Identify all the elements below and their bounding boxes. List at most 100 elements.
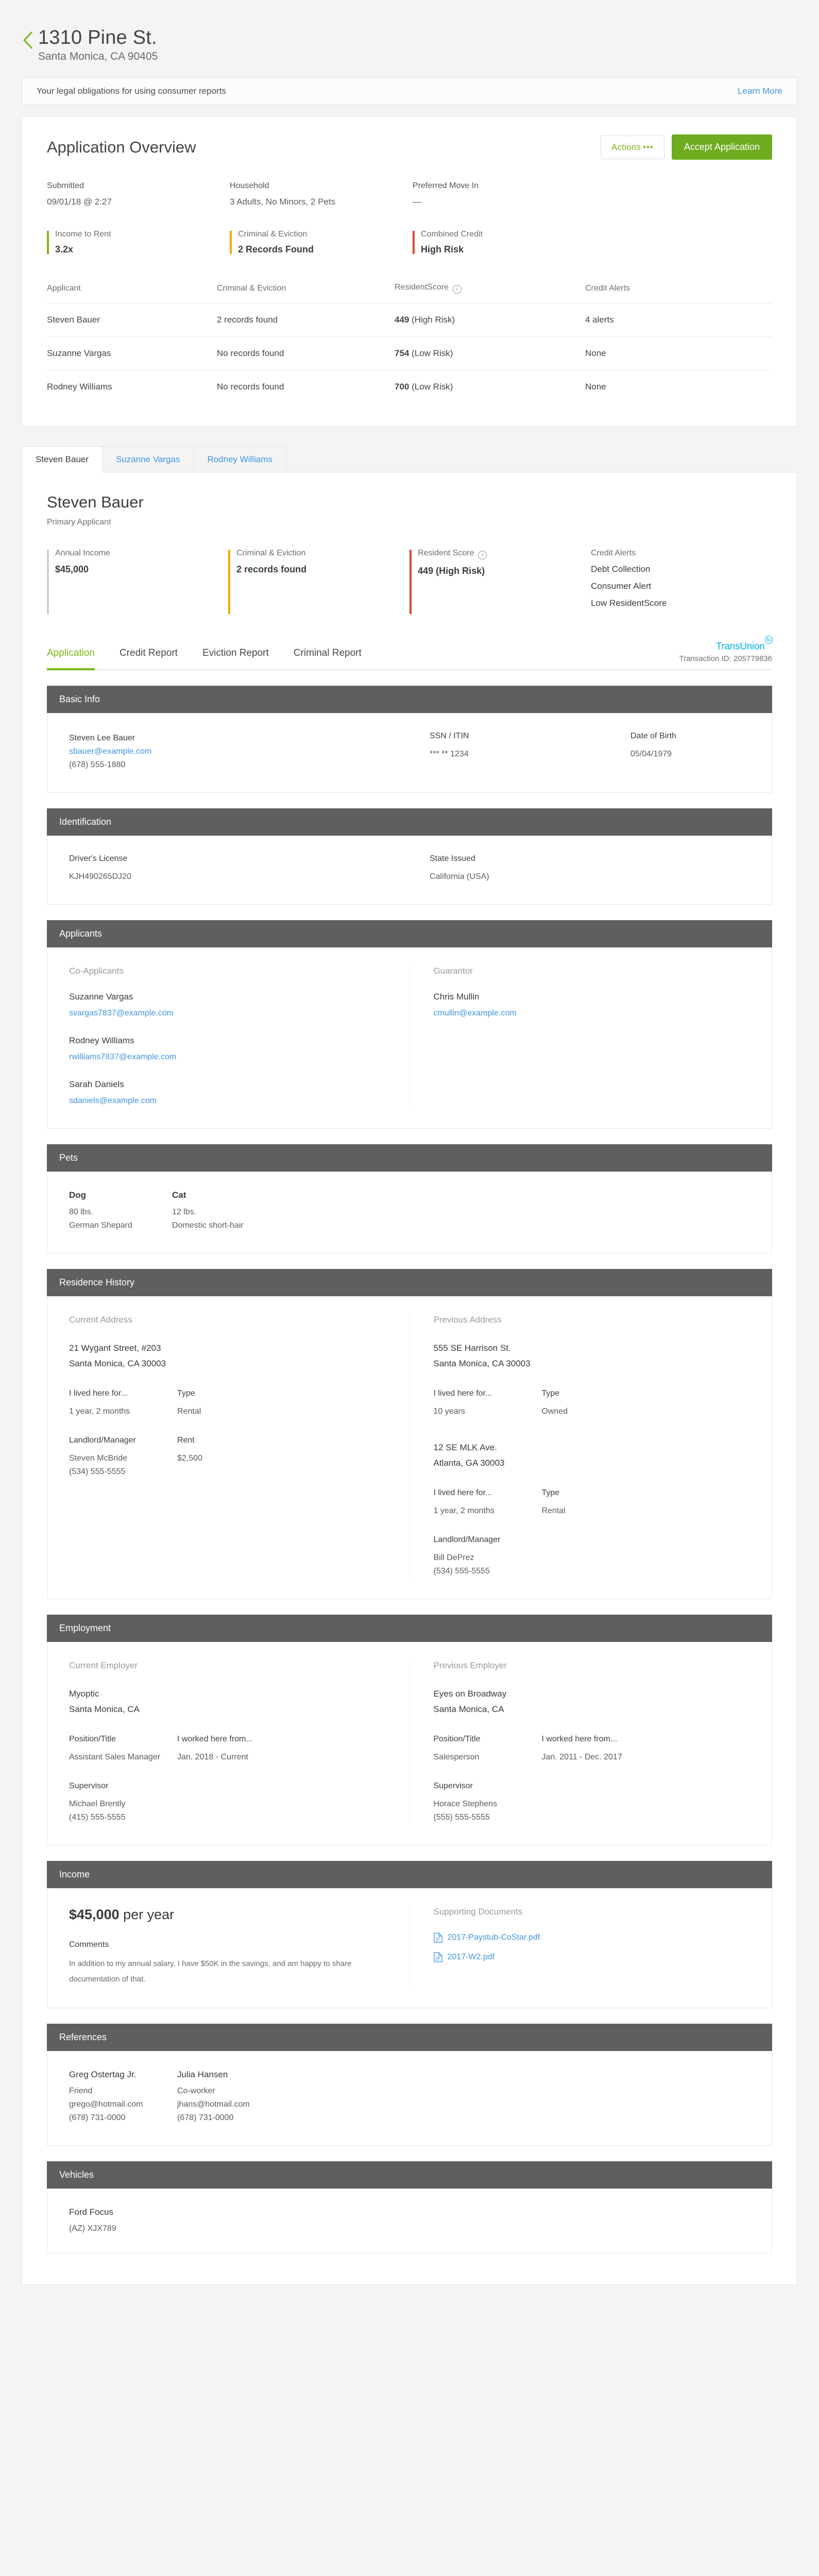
position-value: Assistant Sales Manager: [69, 1753, 160, 1762]
reference-email: jhans@hotmail.com: [177, 2100, 250, 2109]
pet-type: Dog: [69, 1190, 87, 1200]
landlord-name: Steven McBride: [69, 1454, 127, 1463]
table-row[interactable]: Steven Bauer 2 records found 449 (High R…: [47, 303, 772, 337]
list-item: Suzanne Vargas svargas7837@example.com: [69, 992, 386, 1020]
tab-steven-bauer[interactable]: Steven Bauer: [22, 446, 103, 472]
rent-label: Rent: [177, 1436, 195, 1445]
actions-label: Actions: [611, 142, 641, 152]
section-references: References Greg Ostertag Jr. Friend greg…: [47, 2024, 772, 2146]
table-row[interactable]: Suzanne Vargas No records found 754 (Low…: [47, 336, 772, 370]
page-header: 1310 Pine St. Santa Monica, CA 90405: [0, 0, 819, 73]
current-position: Position/Title Assistant Sales Manager: [69, 1735, 177, 1764]
meta-label: Preferred Move In: [413, 181, 479, 190]
pet-breed: Domestic short-hair: [172, 1221, 244, 1230]
type-value: Rental: [177, 1407, 201, 1416]
supervisor-name: Horace Stephens: [433, 1800, 498, 1809]
section-residence-history: Residence History Current Address 21 Wyg…: [47, 1269, 772, 1600]
worked-value: Jan. 2018 - Current: [177, 1753, 248, 1762]
stat-criminal-eviction: Criminal & Eviction 2 Records Found: [230, 230, 413, 255]
license-label: Driver's License: [69, 854, 128, 863]
basic-info-dob: Date of Birth 05/04/1979: [630, 732, 676, 772]
type-label: Type: [177, 1389, 195, 1398]
lived-label: I lived here for...: [433, 1488, 492, 1498]
section-income: Income $45,000 per year Comments In addi…: [47, 1861, 772, 2009]
back-chevron-icon[interactable]: [22, 30, 35, 50]
tab-application[interactable]: Application: [47, 648, 95, 671]
landlord-label: Landlord/Manager: [433, 1535, 501, 1545]
stat-label: Criminal & Eviction: [236, 549, 306, 557]
tab-eviction-report[interactable]: Eviction Report: [202, 648, 269, 669]
current-address-line1: 21 Wygant Street, #203: [69, 1343, 161, 1353]
section-identification: Identification Driver's License KJH49026…: [47, 808, 772, 905]
info-icon[interactable]: i: [452, 285, 462, 294]
document-name: 2017-W2.pdf: [447, 1953, 495, 1962]
landlord-name: Bill DePrez: [433, 1553, 474, 1563]
pet-breed: German Shepard: [69, 1221, 132, 1230]
cell-alerts: None: [585, 370, 772, 403]
page-subtitle: Santa Monica, CA 90405: [38, 50, 158, 62]
tab-credit-report[interactable]: Credit Report: [120, 648, 178, 669]
tab-rodney-williams[interactable]: Rodney Williams: [193, 446, 287, 472]
cell-score: 449 (High Risk): [395, 303, 585, 337]
current-employer-location: Santa Monica, CA: [69, 1704, 140, 1715]
ssn-value: *** ** 1234: [430, 750, 469, 759]
document-link[interactable]: 2017-W2.pdf: [433, 1952, 750, 1962]
cell-score: 700 (Low Risk): [395, 370, 585, 403]
tab-suzanne-vargas[interactable]: Suzanne Vargas: [102, 446, 194, 472]
tab-criminal-report[interactable]: Criminal Report: [294, 648, 362, 669]
col-resident-score: ResidentScore i: [395, 283, 585, 303]
co-applicant-email[interactable]: sdaniels@example.com: [69, 1094, 386, 1108]
stat-label: Resident Score i: [418, 549, 591, 560]
applicant-email[interactable]: sbauer@example.com: [69, 745, 430, 758]
transunion-mark-icon: tu: [765, 636, 773, 644]
learn-more-link[interactable]: Learn More: [738, 86, 782, 96]
stat-value: 3.2x: [55, 244, 74, 255]
info-icon[interactable]: i: [478, 551, 487, 560]
type-value: Owned: [541, 1407, 568, 1416]
section-title: Income: [47, 1861, 772, 1889]
lived-value: 10 years: [433, 1407, 465, 1416]
lived-value: 1 year, 2 months: [69, 1407, 130, 1416]
guarantor-email[interactable]: cmullin@example.com: [434, 1007, 750, 1020]
state-issued: State Issued California (USA): [430, 854, 630, 884]
pet-item: Dog 80 lbs. German Shepard: [69, 1190, 172, 1232]
actions-button[interactable]: Actions •••: [600, 135, 664, 159]
meta-label: Household: [230, 181, 269, 190]
co-applicant-email[interactable]: svargas7837@example.com: [69, 1007, 386, 1020]
score-risk: (High Risk): [409, 315, 455, 325]
transaction-id: Transaction ID: 205779836: [679, 654, 772, 664]
current-address-column: Current Address 21 Wygant Street, #203 S…: [69, 1315, 410, 1578]
col-credit-alerts: Credit Alerts: [585, 283, 630, 293]
report-tabs: Application Credit Report Eviction Repor…: [47, 636, 773, 671]
worked-label: I worked here from...: [541, 1735, 618, 1744]
previous-address-line2: Santa Monica, CA 30003: [433, 1359, 531, 1369]
applicant-phone: (678) 555-1880: [69, 760, 126, 770]
bottom-spacer: [47, 2253, 772, 2284]
guarantor-column: Guarantor Chris Mullin cmullin@example.c…: [409, 966, 750, 1108]
reference-name: Greg Ostertag Jr.: [69, 2070, 136, 2080]
previous2-duration: I lived here for... 1 year, 2 months: [434, 1488, 542, 1518]
previous-employer-name: Eyes on Broadway: [433, 1689, 507, 1699]
section-body: Co-Applicants Suzanne Vargas svargas7837…: [47, 947, 772, 1129]
vehicle-item: Ford Focus (AZ) XJX789: [69, 2207, 750, 2235]
accept-application-button[interactable]: Accept Application: [671, 134, 772, 160]
page-title: 1310 Pine St.: [38, 27, 157, 48]
income-period: per year: [119, 1907, 175, 1923]
document-link[interactable]: 2017-Paystub-CoStar.pdf: [433, 1933, 750, 1943]
type-label: Type: [541, 1389, 560, 1398]
previous-employer-column: Previous Employer Eyes on Broadway Santa…: [409, 1660, 750, 1825]
position-label: Position/Title: [433, 1735, 481, 1744]
previous2-landlord: Landlord/Manager Bill DePrez (534) 555-5…: [434, 1535, 542, 1578]
table-row[interactable]: Rodney Williams No records found 700 (Lo…: [47, 370, 772, 403]
applicant-full-name: Steven Lee Bauer: [69, 734, 135, 743]
comments-label: Comments: [69, 1940, 109, 1950]
pet-type: Cat: [172, 1190, 186, 1200]
current-address-label: Current Address: [69, 1315, 132, 1325]
section-body: Dog 80 lbs. German Shepard Cat 12 lbs. D…: [47, 1172, 772, 1254]
transunion-logo-text: TransUnion: [715, 641, 765, 652]
pet-item: Cat 12 lbs. Domestic short-hair: [172, 1190, 275, 1232]
stat-value: 449 (High Risk): [418, 566, 485, 576]
col-resident-score-label: ResidentScore: [395, 283, 449, 292]
co-applicant-email[interactable]: rwilliams7837@example.com: [69, 1050, 386, 1064]
score-number: 449: [395, 315, 410, 325]
